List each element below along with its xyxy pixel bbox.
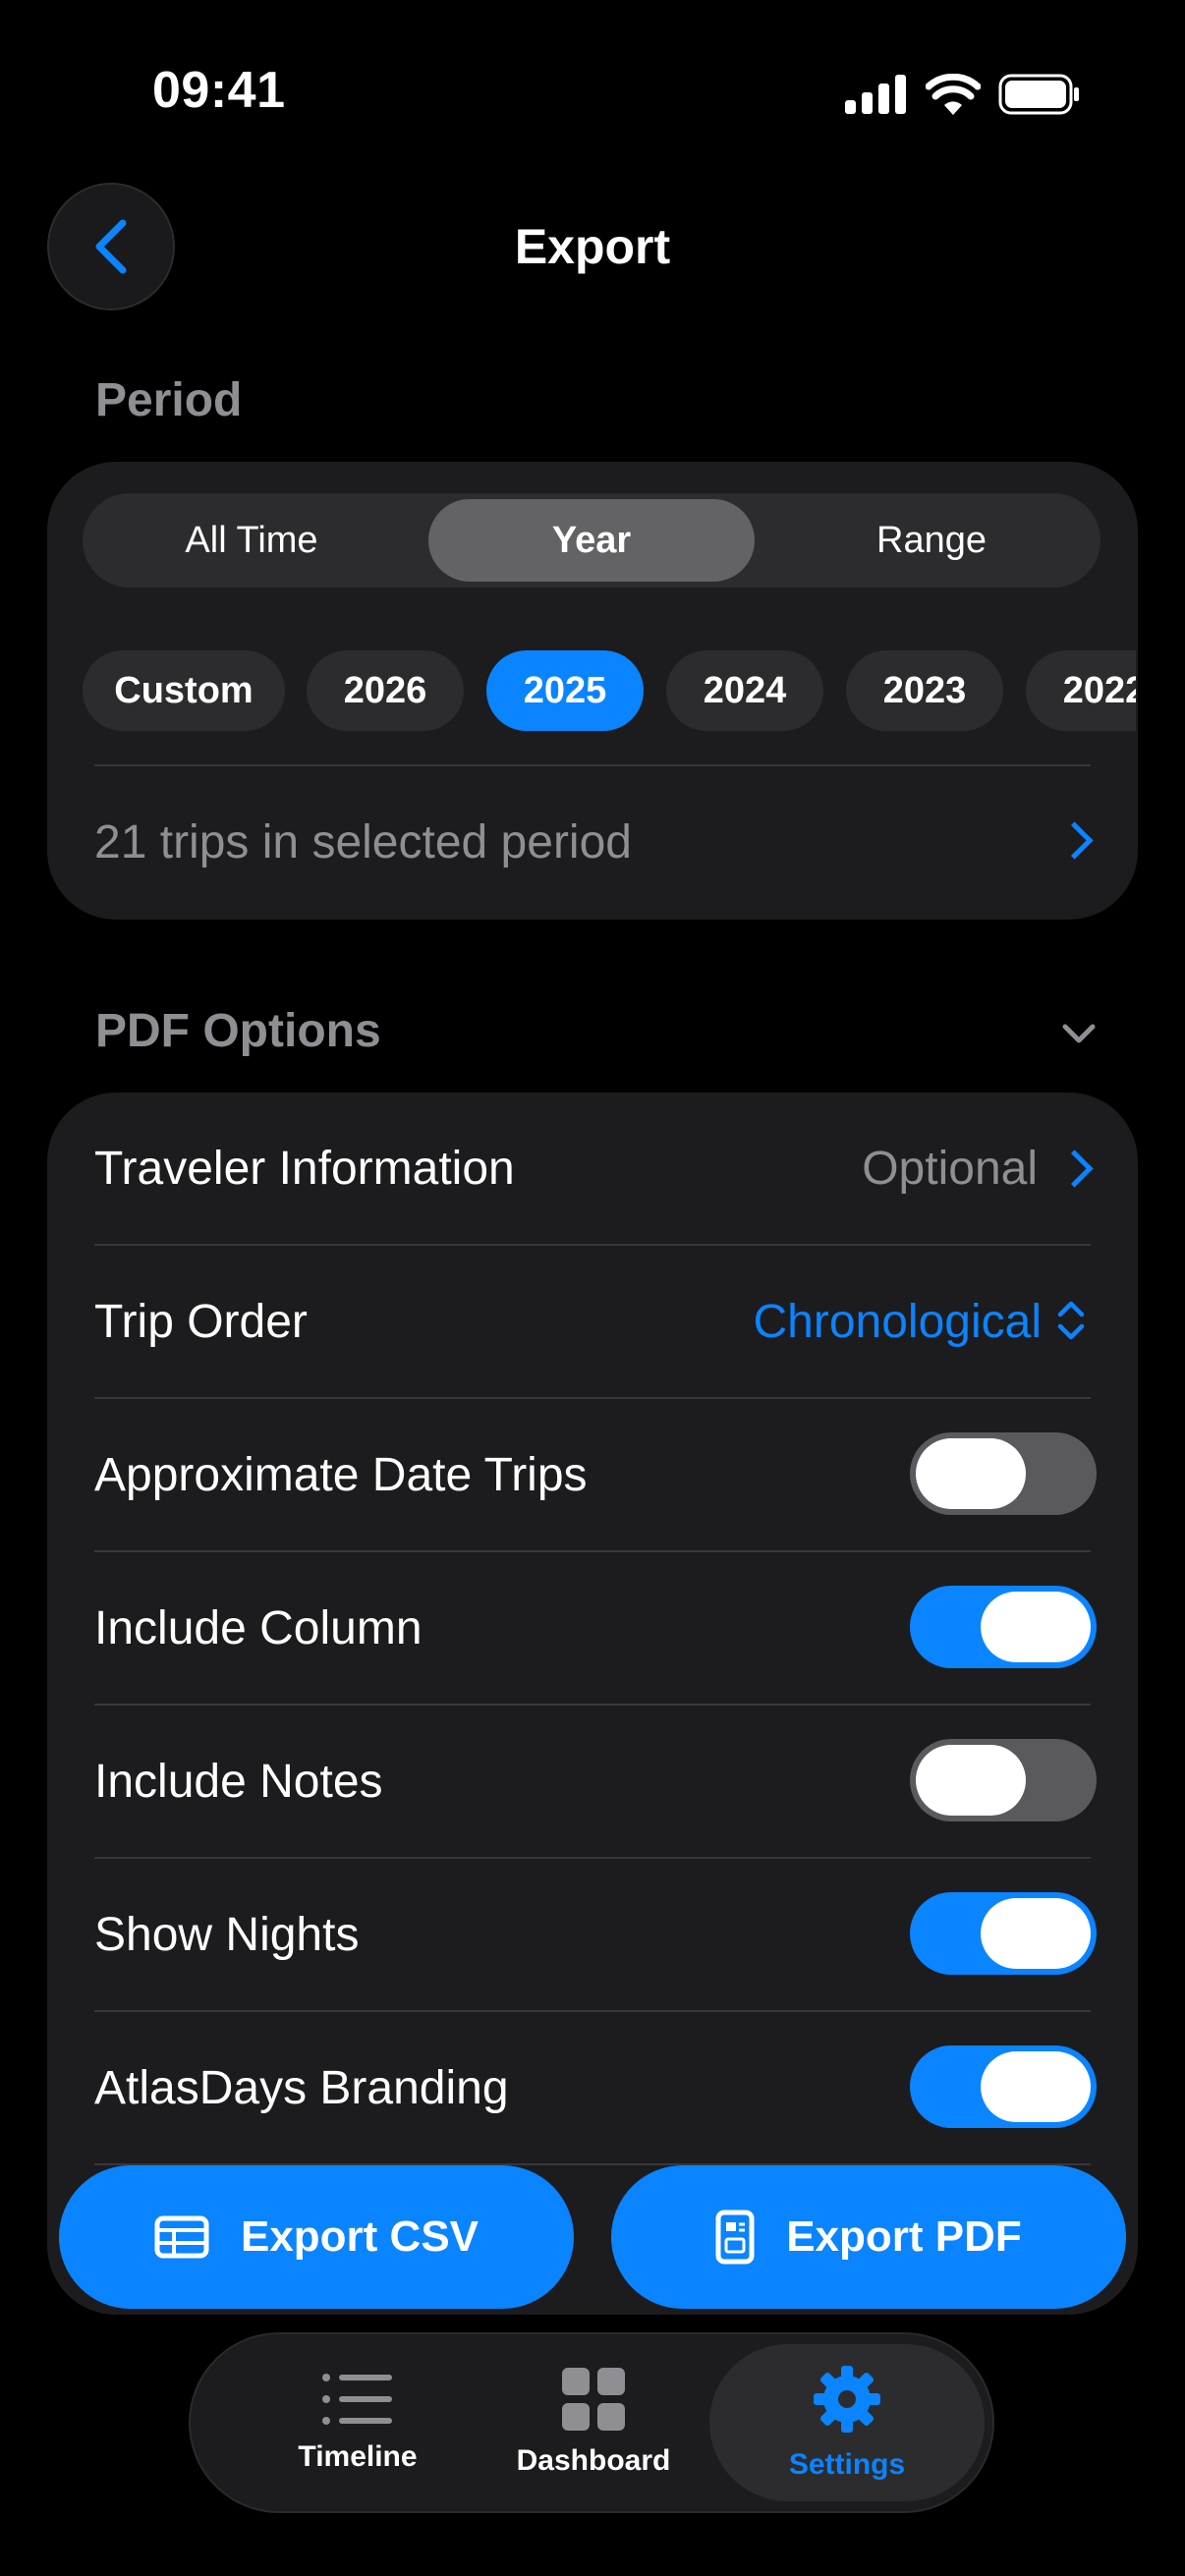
toggle-row-approximate-date-trips: Approximate Date Trips (0, 1399, 1185, 1550)
include-column-toggle[interactable] (910, 1586, 1097, 1668)
trips-summary-row[interactable]: 21 trips in selected period (94, 768, 1094, 906)
toggle-label: Include Notes (94, 1756, 383, 1808)
export-pdf-label: Export PDF (786, 2212, 1022, 2261)
chevron-up-down-icon (1057, 1301, 1085, 1340)
toggle-row-atlasdays-branding: AtlasDays Branding (0, 2012, 1185, 2163)
toggle-knob (981, 1898, 1091, 1969)
toggle-row-show-nights: Show Nights (0, 1859, 1185, 2010)
toggle-label: Approximate Date Trips (94, 1449, 588, 1501)
export-pdf-button[interactable]: Export PDF (611, 2165, 1126, 2309)
table-icon (154, 2215, 209, 2259)
traveler-information-value: Optional (862, 1143, 1038, 1195)
tab-bar: Timeline Dashboard Settings (189, 2332, 994, 2513)
period-segmented-control: All Time Year Range (83, 493, 1100, 588)
segment-range[interactable]: Range (762, 493, 1100, 588)
show-nights-toggle[interactable] (910, 1892, 1097, 1975)
chevron-right-icon (1055, 1149, 1094, 1188)
period-section-label: Period (95, 374, 243, 426)
segment-year[interactable]: Year (428, 493, 755, 588)
gear-icon (814, 2366, 880, 2433)
trip-order-row[interactable]: Trip Order Chronological (94, 1246, 1091, 1397)
chip-2023[interactable]: 2023 (846, 650, 1003, 731)
status-time: 09:41 (152, 62, 286, 119)
export-csv-button[interactable]: Export CSV (59, 2165, 574, 2309)
toggle-knob (981, 1592, 1091, 1662)
battery-icon (998, 74, 1079, 115)
chip-custom[interactable]: Custom (83, 650, 285, 731)
include-notes-toggle[interactable] (910, 1739, 1097, 1821)
wifi-icon (926, 74, 981, 115)
atlasdays-branding-toggle[interactable] (910, 2045, 1097, 2128)
toggle-label: Include Column (94, 1602, 423, 1654)
tab-settings-label: Settings (788, 2448, 906, 2481)
toggle-row-include-column: Include Column (0, 1552, 1185, 1704)
grid-icon (562, 2368, 625, 2431)
toggle-knob (916, 1745, 1026, 1816)
pdf-options-section-label: PDF Options (95, 1005, 381, 1057)
year-chips: Custom 2026 2025 2024 2023 2022 (83, 650, 1136, 731)
status-icons (845, 71, 1081, 118)
approximate-date-trips-toggle[interactable] (910, 1432, 1097, 1515)
signal-icon (845, 75, 906, 114)
traveler-information-label: Traveler Information (94, 1143, 515, 1195)
chip-2022[interactable]: 2022 (1026, 650, 1136, 731)
list-icon (322, 2374, 392, 2425)
toggle-knob (981, 2051, 1091, 2122)
toggle-label: AtlasDays Branding (94, 2062, 509, 2114)
traveler-information-row[interactable]: Traveler Information Optional (94, 1092, 1094, 1244)
tab-timeline-label: Timeline (298, 2440, 418, 2473)
segment-all-time[interactable]: All Time (83, 493, 421, 588)
chevron-down-icon[interactable] (1061, 1022, 1097, 1045)
tab-timeline[interactable]: Timeline (250, 2334, 466, 2511)
trip-order-value[interactable]: Chronological (753, 1295, 1042, 1349)
tab-dashboard-label: Dashboard (516, 2444, 671, 2477)
tab-settings[interactable]: Settings (739, 2334, 955, 2511)
trip-order-label: Trip Order (94, 1296, 308, 1348)
document-icon (715, 2210, 755, 2265)
trips-summary-text: 21 trips in selected period (94, 816, 632, 868)
chip-2026[interactable]: 2026 (307, 650, 464, 731)
divider (94, 764, 1091, 766)
toggle-label: Show Nights (94, 1909, 360, 1961)
toggle-knob (916, 1438, 1026, 1509)
page-title: Export (514, 219, 671, 274)
chip-2025[interactable]: 2025 (486, 650, 644, 731)
toggle-row-include-notes: Include Notes (0, 1706, 1185, 1857)
chip-2024[interactable]: 2024 (666, 650, 823, 731)
tab-dashboard[interactable]: Dashboard (485, 2334, 702, 2511)
export-csv-label: Export CSV (240, 2212, 480, 2261)
chevron-right-icon (1055, 821, 1094, 860)
